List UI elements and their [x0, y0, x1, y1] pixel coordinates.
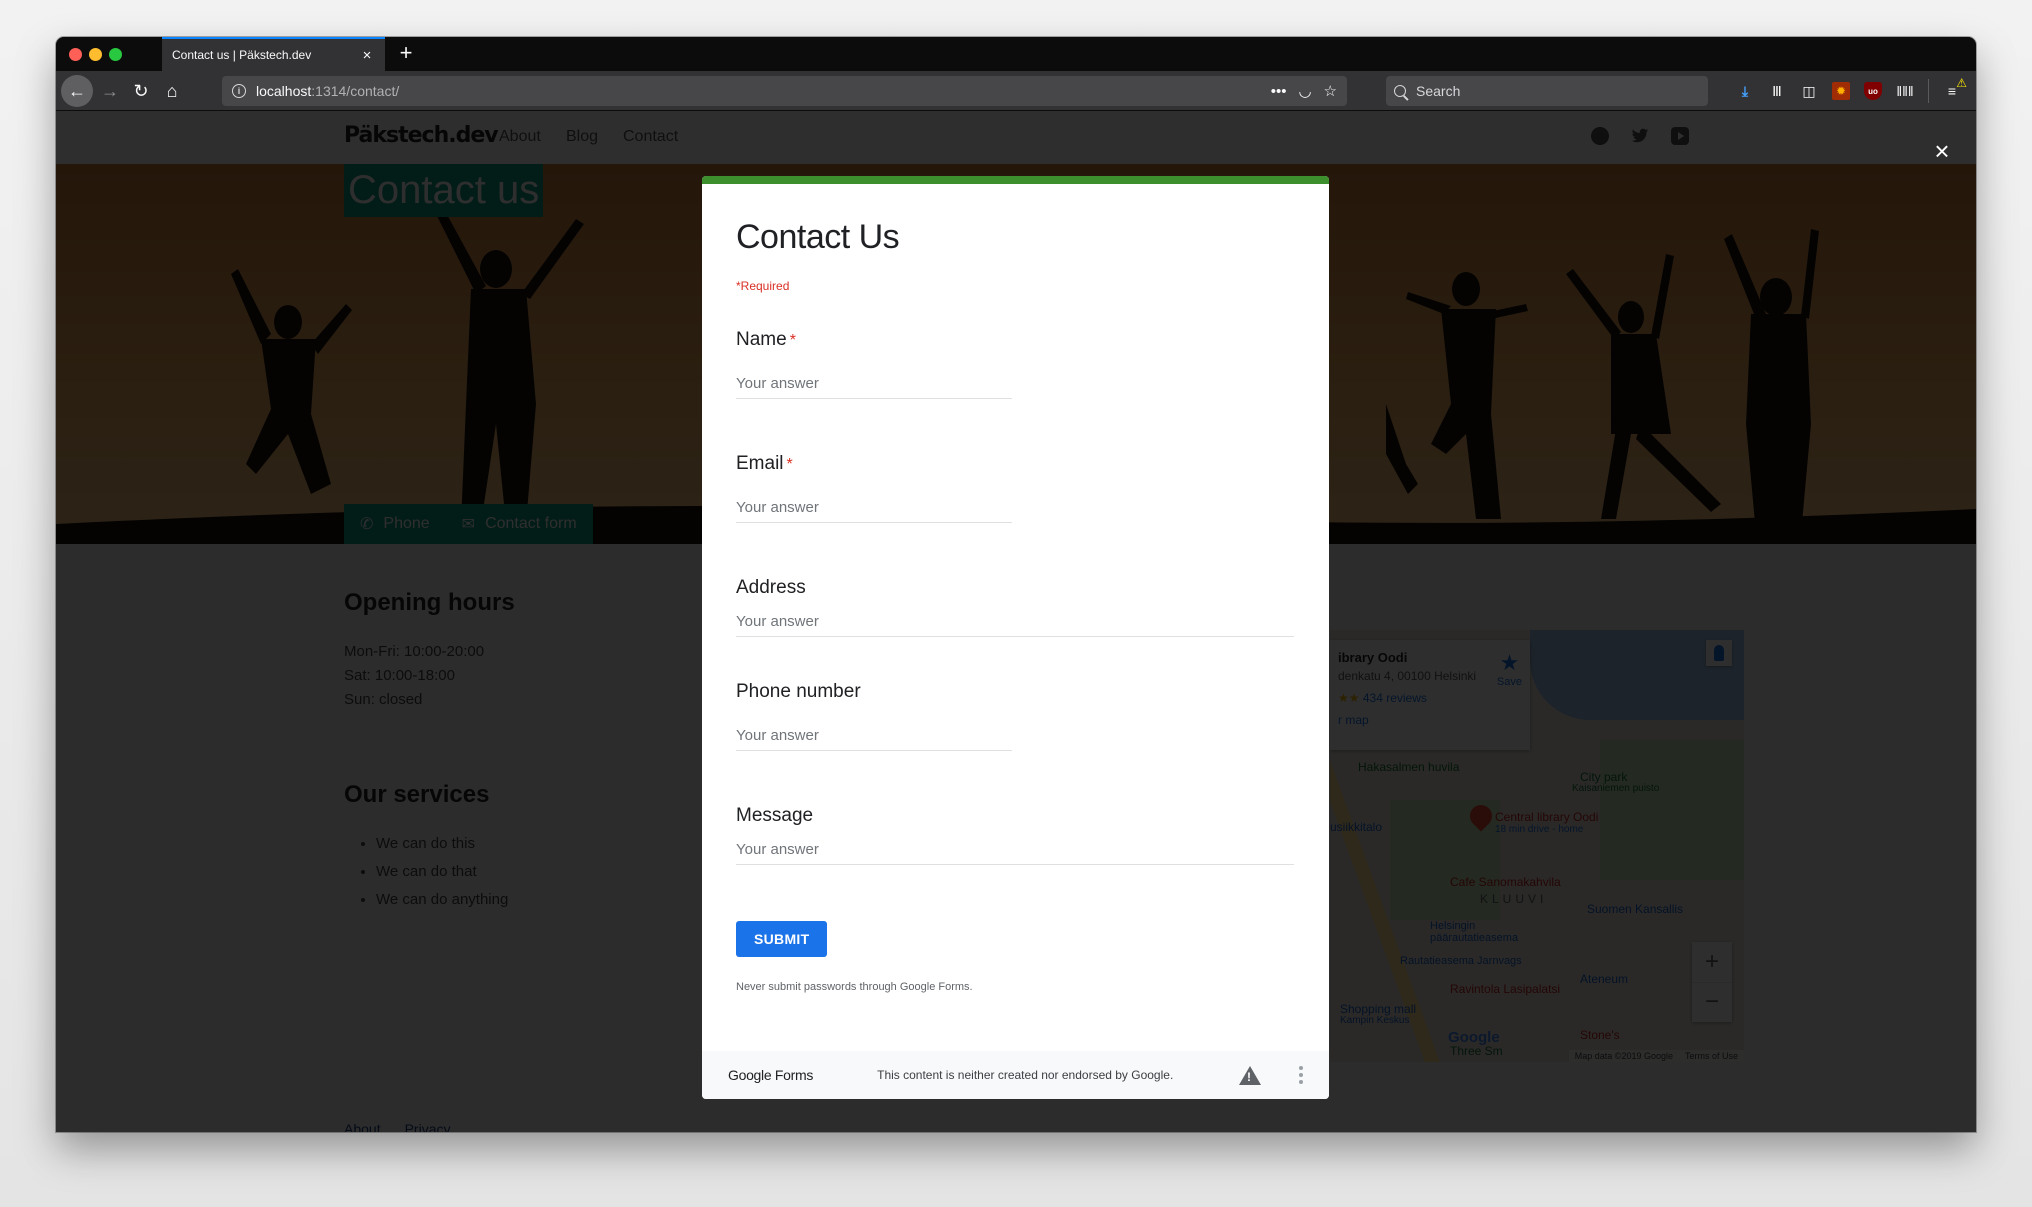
message-input[interactable] [736, 841, 1294, 865]
name-input[interactable] [736, 375, 1012, 399]
close-icon[interactable]: × [1930, 138, 1954, 164]
footer-disclaimer: This content is neither created nor endo… [877, 1068, 1174, 1082]
extension-grid-icon[interactable]: ǁǁǁ [1896, 82, 1914, 100]
extension-icon[interactable]: ✹ [1832, 82, 1850, 100]
browser-window: Contact us | Päkstech.dev × + ← → ↻ ⌂ i … [56, 37, 1976, 1132]
report-abuse-icon[interactable] [1239, 1065, 1261, 1085]
tab-bar: Contact us | Päkstech.dev × + [56, 37, 1976, 71]
toolbar-separator [1928, 79, 1929, 103]
question-email: Email * [736, 453, 1295, 523]
phone-number-input[interactable] [736, 727, 1012, 751]
bookmark-star-icon[interactable]: ☆ [1324, 82, 1337, 100]
question-name: Name * [736, 329, 1295, 399]
forward-button[interactable]: → [96, 77, 124, 105]
menu-icon[interactable]: ≡ ⚠ [1943, 76, 1967, 100]
question-message: Message [736, 805, 1295, 865]
email-input[interactable] [736, 499, 1012, 523]
maximize-window-button[interactable] [109, 48, 122, 61]
form-title: Contact Us [736, 218, 900, 256]
site-info-icon[interactable]: i [232, 84, 246, 98]
sidebar-icon[interactable]: ◫ [1800, 82, 1818, 100]
tab-contact-us[interactable]: Contact us | Päkstech.dev × [162, 37, 385, 71]
url-path: :1314/contact/ [311, 83, 400, 99]
page-viewport: Päkstech.dev About Blog Contact [56, 111, 1976, 1132]
question-label: Message [736, 805, 814, 826]
required-asterisk: * [789, 332, 796, 349]
required-note: *Required [736, 279, 790, 293]
question-phone: Phone number [736, 681, 1295, 751]
new-tab-button[interactable]: + [393, 40, 419, 66]
download-icon[interactable]: ⤓ [1736, 82, 1754, 100]
required-asterisk: * [786, 456, 793, 473]
reload-button[interactable]: ↻ [127, 77, 155, 105]
tab-close-icon[interactable]: × [359, 47, 375, 64]
google-forms-logo[interactable]: Google Forms [728, 1067, 813, 1083]
form-body: Contact Us *Required Name* Email* Addres… [702, 184, 1329, 993]
url-host: localhost [256, 83, 312, 99]
question-label: Name [736, 329, 787, 350]
home-button[interactable]: ⌂ [158, 77, 186, 105]
page-actions-icon[interactable]: ••• [1271, 83, 1287, 100]
form-accent-bar [702, 176, 1329, 184]
ublock-icon[interactable]: uo [1864, 82, 1882, 100]
question-label: Address [736, 577, 806, 598]
tab-title: Contact us | Päkstech.dev [172, 48, 312, 62]
hamburger-glyph: ≡ [1947, 83, 1957, 99]
question-label: Email [736, 453, 784, 474]
question-address: Address [736, 577, 1295, 637]
navigation-toolbar: ← → ↻ ⌂ i localhost :1314/contact/ ••• ◡… [56, 71, 1976, 111]
password-warning: Never submit passwords through Google Fo… [736, 981, 973, 993]
search-icon [1394, 85, 1406, 97]
library-icon[interactable]: Ⅲ [1768, 82, 1786, 100]
url-bar[interactable]: i localhost :1314/contact/ ••• ◡ ☆ [222, 76, 1347, 106]
close-window-button[interactable] [69, 48, 82, 61]
submit-button[interactable]: SUBMIT [736, 921, 828, 957]
warning-badge-icon: ⚠ [1956, 76, 1967, 90]
google-form-modal: Contact Us *Required Name* Email* Addres… [702, 176, 1329, 1099]
more-options-icon[interactable] [1299, 1066, 1303, 1084]
question-label: Phone number [736, 681, 861, 702]
minimize-window-button[interactable] [89, 48, 102, 61]
back-button[interactable]: ← [61, 75, 93, 107]
search-input[interactable]: Search [1386, 76, 1708, 106]
form-footer: Google Forms This content is neither cre… [702, 1051, 1329, 1099]
pocket-icon[interactable]: ◡ [1298, 82, 1311, 100]
search-placeholder: Search [1416, 83, 1461, 99]
address-input[interactable] [736, 613, 1294, 637]
